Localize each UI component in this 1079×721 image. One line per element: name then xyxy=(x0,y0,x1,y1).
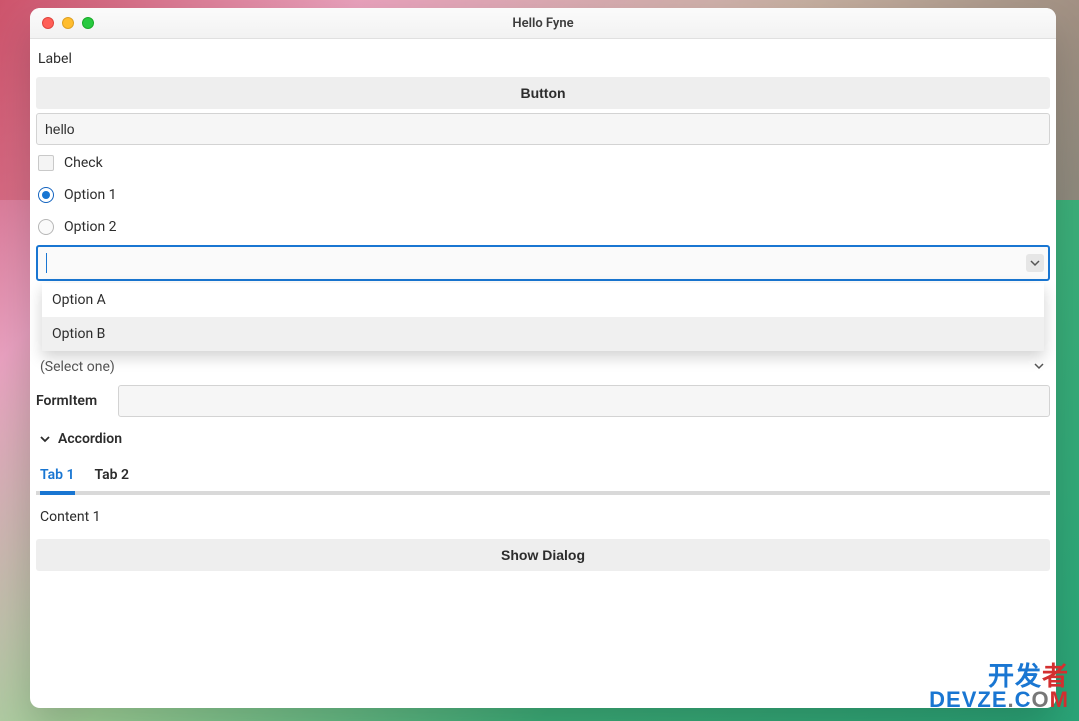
check-row[interactable]: Check xyxy=(36,149,1050,177)
accordion-title: Accordion xyxy=(58,431,122,447)
main-button[interactable]: Button xyxy=(36,77,1050,109)
watermark-text: C xyxy=(1015,687,1032,712)
dropdown-item[interactable]: Option A xyxy=(42,283,1044,317)
caret-down-icon xyxy=(40,434,50,444)
caret-down-icon xyxy=(1030,258,1040,268)
combo-dropdown: Option A Option B xyxy=(42,283,1044,351)
form-item-input[interactable] xyxy=(118,385,1050,417)
maximize-icon[interactable] xyxy=(82,17,94,29)
combo-entry[interactable] xyxy=(36,245,1050,281)
radio-icon xyxy=(38,219,54,235)
form-item-label: FormItem xyxy=(36,393,106,409)
watermark-text: M xyxy=(1050,687,1069,712)
text-cursor-icon xyxy=(46,253,47,273)
radio-label: Option 1 xyxy=(64,187,117,203)
app-window: Hello Fyne Label Button Check Option 1 O… xyxy=(30,8,1056,708)
show-dialog-button[interactable]: Show Dialog xyxy=(36,539,1050,571)
check-label: Check xyxy=(64,155,103,171)
main-button-label: Button xyxy=(520,85,565,101)
watermark-text: . xyxy=(1008,687,1015,712)
watermark: 开发者 DEVZE.COM xyxy=(929,663,1069,711)
caret-down-icon xyxy=(1034,359,1044,375)
watermark-text: Z xyxy=(977,687,991,712)
checkbox-icon xyxy=(38,155,54,171)
tab-content: Content 1 xyxy=(36,499,1050,535)
show-dialog-label: Show Dialog xyxy=(501,547,585,563)
watermark-text: DEV xyxy=(929,687,977,712)
tab-bar: Tab 1 Tab 2 xyxy=(36,459,1050,495)
radio-option-2[interactable]: Option 2 xyxy=(36,213,1050,241)
tab-2[interactable]: Tab 2 xyxy=(95,459,130,495)
form-row: FormItem xyxy=(36,383,1050,419)
select-placeholder: (Select one) xyxy=(40,359,115,375)
radio-icon xyxy=(38,187,54,203)
close-icon[interactable] xyxy=(42,17,54,29)
select-widget[interactable]: (Select one) xyxy=(36,355,1050,379)
minimize-icon[interactable] xyxy=(62,17,74,29)
watermark-text: O xyxy=(1032,687,1050,712)
titlebar: Hello Fyne xyxy=(30,8,1056,39)
radio-label: Option 2 xyxy=(64,219,117,235)
window-title: Hello Fyne xyxy=(30,16,1056,31)
tab-1[interactable]: Tab 1 xyxy=(40,459,75,495)
accordion-header[interactable]: Accordion xyxy=(36,423,1050,455)
combo-dropdown-button[interactable] xyxy=(1026,254,1044,272)
dropdown-item[interactable]: Option B xyxy=(42,317,1044,351)
static-label: Label xyxy=(36,45,1050,73)
window-content: Label Button Check Option 1 Option 2 xyxy=(30,39,1056,708)
text-entry[interactable] xyxy=(36,113,1050,145)
watermark-text: E xyxy=(992,687,1008,712)
radio-option-1[interactable]: Option 1 xyxy=(36,181,1050,209)
